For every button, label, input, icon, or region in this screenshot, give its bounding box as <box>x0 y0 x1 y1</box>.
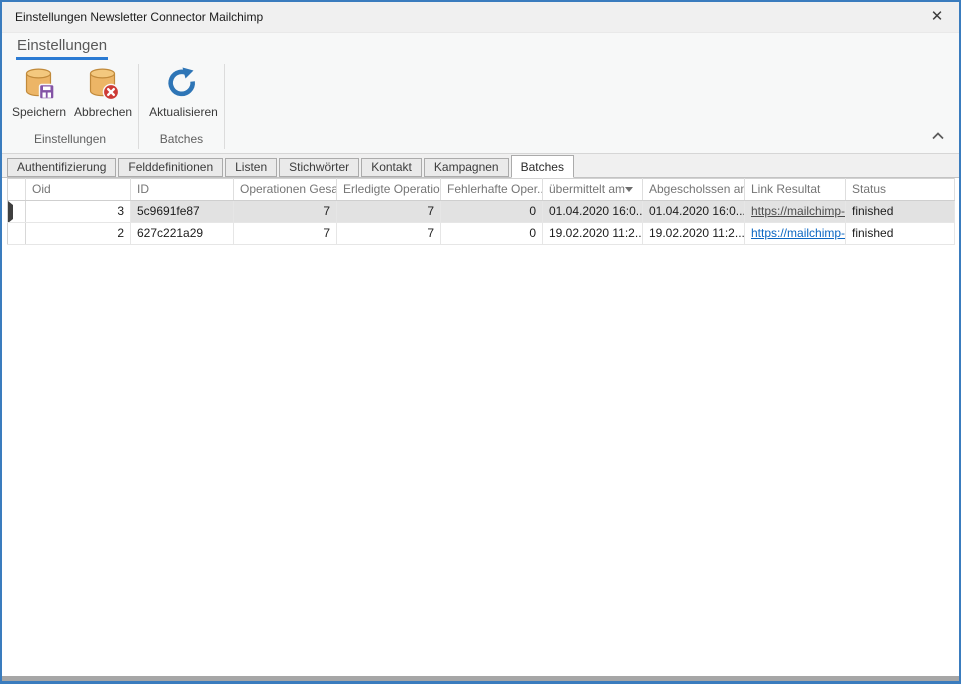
cell-link-resultat: https://mailchimp-... <box>745 223 846 245</box>
row-indicator-triangle-right-icon <box>8 201 13 223</box>
grid-row-2[interactable]: 2 627c221a29 7 7 0 19.02.2020 11:2... 19… <box>8 223 955 245</box>
cell-uebermittelt-am[interactable]: 01.04.2020 16:0... <box>543 201 643 223</box>
empty-grid-area <box>2 245 959 676</box>
window-bottom-edge <box>2 676 959 681</box>
ribbon-tab-row: Einstellungen <box>2 33 959 60</box>
row-indicator-cell[interactable] <box>8 223 26 245</box>
database-save-icon <box>22 65 56 102</box>
grid-header-row: Oid ID Operationen Gesa... Erledigte Ope… <box>8 179 955 201</box>
cell-erledigte-operationen[interactable]: 7 <box>337 223 441 245</box>
save-button-label: Speichern <box>12 105 66 119</box>
cell-fehlerhafte-operationen[interactable]: 0 <box>441 223 543 245</box>
ribbon-group-label-batches: Batches <box>139 129 224 153</box>
cell-abgeschlossen-am[interactable]: 19.02.2020 11:2... <box>643 223 745 245</box>
refresh-circular-arrow-icon <box>166 65 200 102</box>
result-link[interactable]: https://mailchimp-... <box>751 226 846 240</box>
cell-status[interactable]: finished <box>846 223 955 245</box>
column-header-erledigte-operationen[interactable]: Erledigte Operatio... <box>337 179 441 201</box>
tab-kampagnen[interactable]: Kampagnen <box>424 158 509 177</box>
tab-kontakt[interactable]: Kontakt <box>361 158 422 177</box>
tab-stichwoerter[interactable]: Stichwörter <box>279 158 359 177</box>
cell-operationen-gesamt[interactable]: 7 <box>234 223 337 245</box>
column-header-status[interactable]: Status <box>846 179 955 201</box>
database-cancel-icon <box>86 65 120 102</box>
save-button[interactable]: Speichern <box>8 63 70 129</box>
window-title: Einstellungen Newsletter Connector Mailc… <box>15 10 263 24</box>
settings-dialog-window: Einstellungen Newsletter Connector Mailc… <box>0 0 961 684</box>
ribbon-group-separator <box>224 64 225 149</box>
cell-abgeschlossen-am[interactable]: 01.04.2020 16:0... <box>643 201 745 223</box>
cell-erledigte-operationen[interactable]: 7 <box>337 201 441 223</box>
cell-uebermittelt-am[interactable]: 19.02.2020 11:2... <box>543 223 643 245</box>
batches-grid: Oid ID Operationen Gesa... Erledigte Ope… <box>7 178 954 245</box>
tab-felddefinitionen[interactable]: Felddefinitionen <box>118 158 223 177</box>
ribbon-group-label-einstellungen: Einstellungen <box>2 129 138 153</box>
grid-row-1[interactable]: 3 5c9691fe87 7 7 0 01.04.2020 16:0... 01… <box>8 201 955 223</box>
column-header-oid[interactable]: Oid <box>26 179 131 201</box>
refresh-button-label: Aktualisieren <box>149 105 218 119</box>
column-header-link-resultat[interactable]: Link Resultat <box>745 179 846 201</box>
cell-link-resultat: https://mailchimp-... <box>745 201 846 223</box>
tab-batches[interactable]: Batches <box>511 155 574 178</box>
column-header-uebermittelt-am[interactable]: übermittelt am <box>543 179 643 201</box>
titlebar: Einstellungen Newsletter Connector Mailc… <box>2 2 959 33</box>
cell-operationen-gesamt[interactable]: 7 <box>234 201 337 223</box>
cancel-button[interactable]: Abbrechen <box>70 63 136 129</box>
cell-status[interactable]: finished <box>846 201 955 223</box>
ribbon-tab-einstellungen[interactable]: Einstellungen <box>16 38 108 60</box>
ribbon-group-einstellungen: Speichern Abbrechen Einstellungen <box>2 60 138 153</box>
column-header-uebermittelt-am-label: übermittelt am <box>549 182 625 196</box>
ribbon-group-batches: Aktualisieren Batches <box>139 60 224 153</box>
ribbon: Einstellungen Speichern <box>2 33 959 154</box>
result-link[interactable]: https://mailchimp-... <box>751 204 846 218</box>
cell-id[interactable]: 627c221a29 <box>131 223 234 245</box>
column-header-operationen-gesamt[interactable]: Operationen Gesa... <box>234 179 337 201</box>
tab-listen[interactable]: Listen <box>225 158 277 177</box>
tab-strip: Authentifizierung Felddefinitionen Liste… <box>2 154 959 178</box>
close-icon[interactable]: ✕ <box>925 5 949 29</box>
grid-header-indicator <box>8 179 26 201</box>
cell-fehlerhafte-operationen[interactable]: 0 <box>441 201 543 223</box>
sort-descending-icon <box>625 187 633 192</box>
ribbon-body: Speichern Abbrechen Einstellungen <box>2 60 959 153</box>
column-header-id[interactable]: ID <box>131 179 234 201</box>
cell-oid[interactable]: 3 <box>26 201 131 223</box>
column-header-fehlerhafte-operationen[interactable]: Fehlerhafte Oper... <box>441 179 543 201</box>
cancel-button-label: Abbrechen <box>74 105 132 119</box>
cell-oid[interactable]: 2 <box>26 223 131 245</box>
refresh-button[interactable]: Aktualisieren <box>145 63 222 129</box>
cell-id[interactable]: 5c9691fe87 <box>131 201 234 223</box>
tab-authentifizierung[interactable]: Authentifizierung <box>7 158 116 177</box>
collapse-ribbon-chevron-up-icon[interactable] <box>931 131 945 141</box>
column-header-abgeschlossen-am[interactable]: Abgescholssen am <box>643 179 745 201</box>
row-indicator-cell[interactable] <box>8 201 26 223</box>
